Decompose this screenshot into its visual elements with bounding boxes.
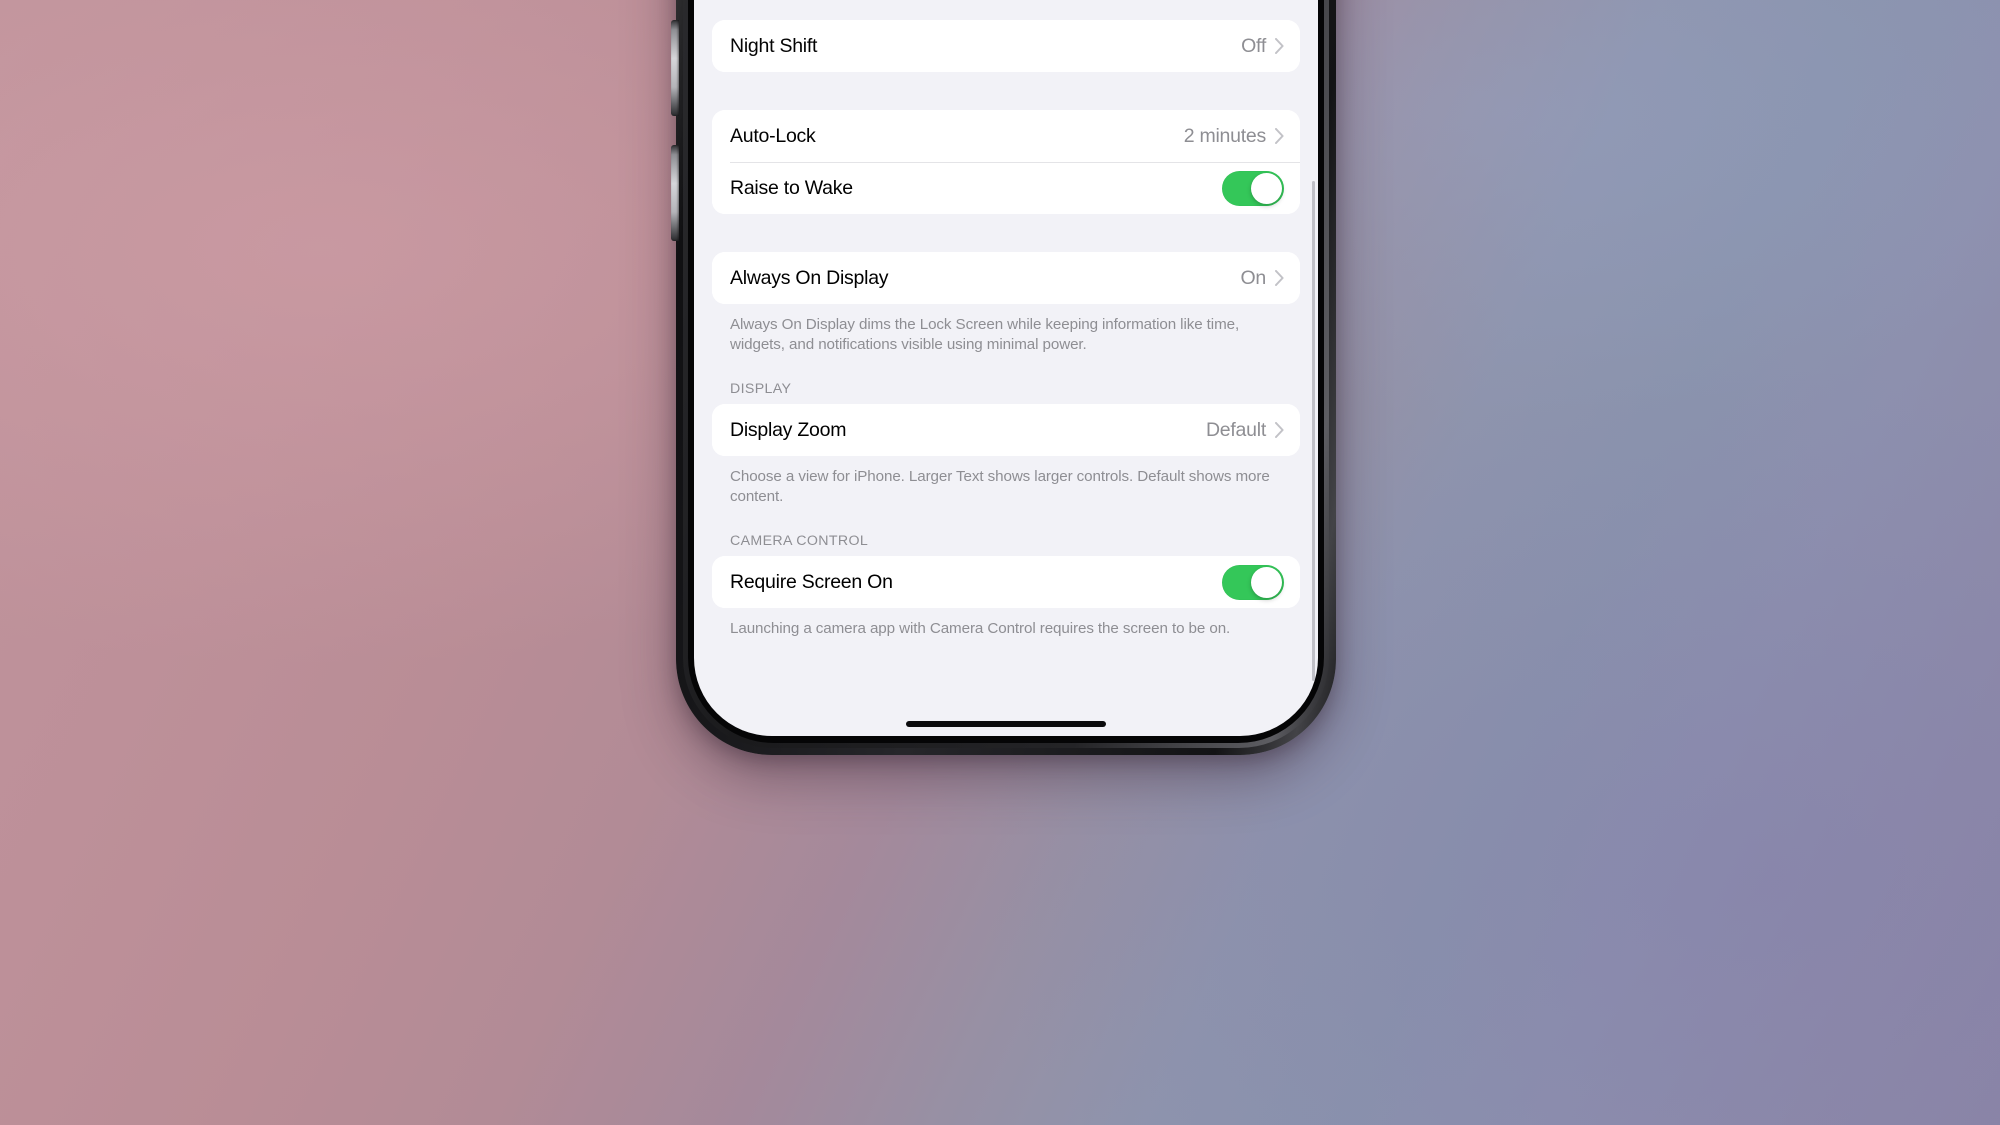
settings-row-auto-lock[interactable]: Auto-Lock 2 minutes — [712, 110, 1300, 162]
row-label: Always On Display — [730, 266, 889, 289]
settings-row-always-on-display[interactable]: Always On Display On — [712, 252, 1300, 304]
settings-row-require-screen-on[interactable]: Require Screen On — [712, 556, 1300, 609]
group-gap — [712, 507, 1300, 533]
row-label: Auto-Lock — [730, 124, 816, 147]
always-on-display-group: Always On Display On — [712, 252, 1300, 304]
row-label: Raise to Wake — [730, 176, 853, 199]
home-indicator[interactable] — [906, 721, 1106, 727]
settings-row-raise-to-wake[interactable]: Raise to Wake — [712, 162, 1300, 214]
night-shift-group: Night Shift Off — [712, 20, 1300, 72]
row-label: Require Screen On — [730, 570, 893, 593]
footnote-always-on-display-group: Always On Display dims the Lock Screen w… — [730, 316, 1240, 354]
group-gap — [712, 214, 1300, 252]
display-group: Display Zoom Default — [712, 404, 1300, 457]
settings-row-display-zoom[interactable]: Display Zoom Default — [712, 404, 1300, 457]
volume-up-button[interactable] — [671, 20, 679, 116]
scroll-indicator[interactable] — [1312, 181, 1315, 681]
scroll-offset-spacer — [712, 0, 1300, 20]
group-gap — [712, 72, 1300, 110]
row-value: On — [1240, 266, 1266, 289]
section-header-camera-control-group: CAMERA CONTROL — [730, 533, 869, 550]
settings-scroll-view[interactable]: Night Shift Off Auto-Lock 2 minutes Raise to… — [694, 0, 1318, 639]
section-header-display-group: DISPLAY — [730, 381, 792, 398]
camera-control-group: Require Screen On — [712, 556, 1300, 609]
chevron-right-icon — [1275, 422, 1284, 439]
toggle-require-screen-on[interactable] — [1222, 564, 1284, 600]
row-label: Night Shift — [730, 34, 818, 57]
toggle-knob — [1251, 172, 1282, 204]
row-label: Display Zoom — [730, 418, 847, 441]
toggle-raise-to-wake[interactable] — [1222, 170, 1284, 206]
volume-down-button[interactable] — [671, 145, 679, 241]
toggle-knob — [1251, 566, 1282, 598]
chevron-right-icon — [1275, 128, 1284, 144]
row-value: Off — [1241, 34, 1266, 57]
group-gap — [712, 355, 1300, 381]
row-value: Default — [1205, 418, 1266, 441]
footnote-display-group: Choose a view for iPhone. Larger Text sh… — [730, 468, 1270, 506]
footnote-camera-control-group: Launching a camera app with Camera Contr… — [730, 620, 1231, 638]
row-value: 2 minutes — [1183, 124, 1267, 147]
phone-screen: Night Shift Off Auto-Lock 2 minutes Raise to… — [694, 0, 1318, 736]
lock-group: Auto-Lock 2 minutes Raise to Wake — [712, 110, 1300, 214]
chevron-right-icon — [1275, 270, 1284, 286]
chevron-right-icon — [1275, 38, 1284, 54]
settings-row-night-shift[interactable]: Night Shift Off — [712, 20, 1300, 72]
